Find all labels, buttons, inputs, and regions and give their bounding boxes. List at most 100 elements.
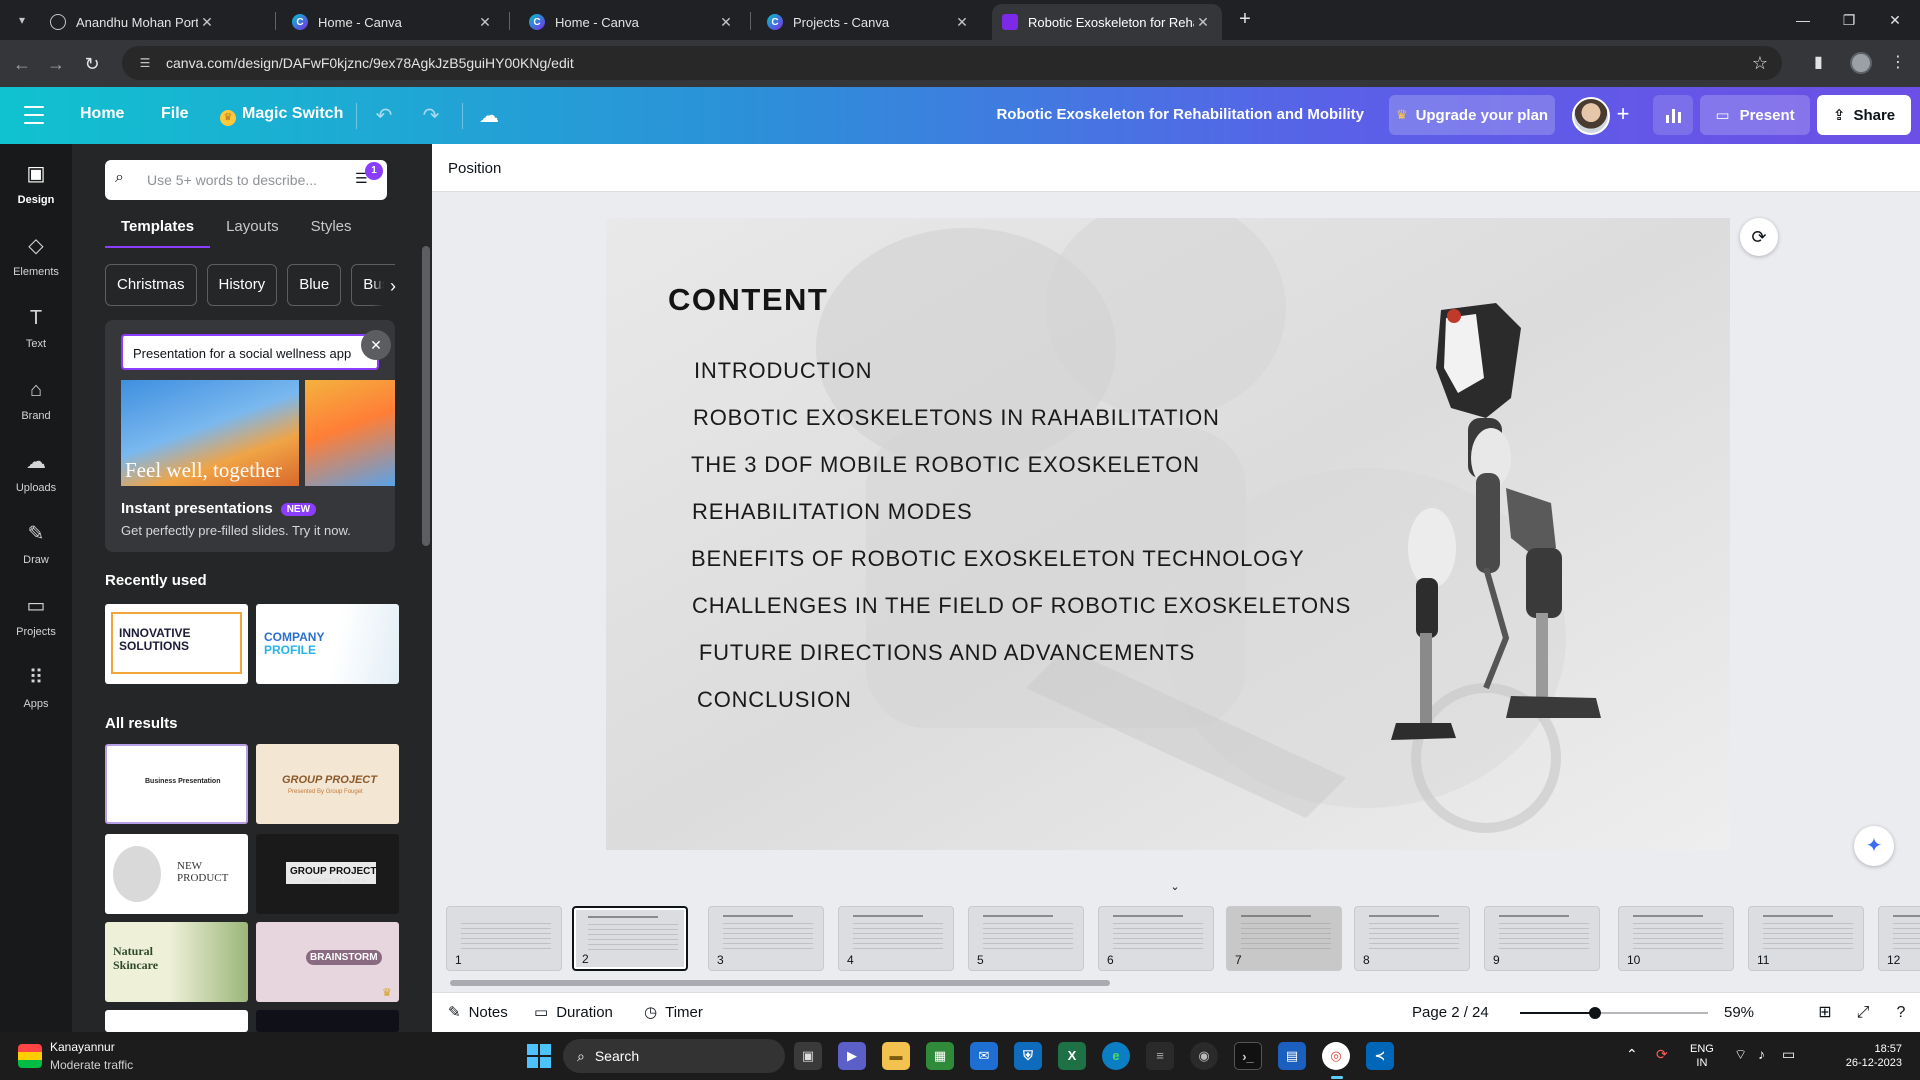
template-thumb[interactable]: GROUP PROJECT Presented By Group A <box>256 834 399 914</box>
toc-item[interactable]: ROBOTIC EXOSKELETONS IN RAHABILITATION <box>693 405 1220 431</box>
toc-item[interactable]: CONCLUSION <box>697 687 852 713</box>
close-icon[interactable]: ✕ <box>1194 14 1212 31</box>
task-view-icon[interactable]: ▣ <box>794 1042 822 1070</box>
close-icon[interactable]: ✕ <box>717 14 735 31</box>
page-thumbnail[interactable]: 6 <box>1098 906 1214 971</box>
home-link[interactable]: Home <box>80 105 124 123</box>
page-thumbnail[interactable]: 1 <box>446 906 562 971</box>
template-thumb[interactable]: NEW PRODUCT <box>105 834 248 914</box>
close-icon[interactable]: ✕ <box>476 14 494 31</box>
document-title[interactable]: Robotic Exoskeleton for Rehabilitation a… <box>940 106 1364 123</box>
restore-icon[interactable]: ❐ <box>1826 6 1872 34</box>
browser-tab-projects-canva[interactable]: C Projects - Canva ✕ <box>757 4 981 40</box>
chip-history[interactable]: History <box>206 264 278 306</box>
magic-switch-button[interactable]: ♛ Magic Switch <box>220 105 343 126</box>
template-thumb[interactable] <box>256 1010 399 1032</box>
template-thumb[interactable]: BRAINSTORM ♛ <box>256 922 399 1002</box>
language-indicator[interactable]: ENG IN <box>1690 1042 1714 1070</box>
upgrade-plan-button[interactable]: ♛ Upgrade your plan <box>1389 95 1555 135</box>
rail-projects[interactable]: ▭ Projects <box>0 586 72 650</box>
share-button[interactable]: ⇪ Share <box>1817 95 1911 135</box>
zoom-percentage[interactable]: 59% <box>1724 1004 1754 1021</box>
timer-button[interactable]: ◷ Timer <box>644 1003 703 1022</box>
page-thumbnail[interactable]: 7 <box>1226 906 1342 971</box>
grid-view-icon[interactable]: ⊞ <box>1814 1002 1836 1024</box>
close-window-icon[interactable]: ✕ <box>1872 6 1918 34</box>
browser-tab-exoskeleton[interactable]: Robotic Exoskeleton for Rehabil ✕ <box>992 4 1222 40</box>
notepad-lines-icon[interactable]: ≡ <box>1146 1042 1174 1070</box>
sync-icon[interactable]: ⟳ <box>1656 1046 1668 1063</box>
rail-design[interactable]: ▣ Design <box>0 154 72 218</box>
toc-item[interactable]: REHABILITATION MODES <box>692 499 972 525</box>
template-thumb[interactable]: INNOVATIVE SOLUTIONS <box>105 604 248 684</box>
file-explorer-icon[interactable]: ▬ <box>882 1042 910 1070</box>
chevron-up-icon[interactable]: ⌃ <box>1626 1046 1638 1063</box>
store-app-icon[interactable]: ▦ <box>926 1042 954 1070</box>
obs-icon[interactable]: ◉ <box>1190 1042 1218 1070</box>
scrollbar-thumb[interactable] <box>422 246 430 546</box>
rail-apps[interactable]: ⠿ Apps <box>0 658 72 722</box>
terminal-icon[interactable]: ›_ <box>1234 1042 1262 1070</box>
side-panel-icon[interactable]: ▮ <box>1814 52 1823 72</box>
rail-text[interactable]: T Text <box>0 298 72 362</box>
browser-tab-portfolio[interactable]: Anandhu Mohan Portfolio ✕ <box>40 4 226 40</box>
chrome-icon[interactable]: ◎ <box>1322 1042 1350 1070</box>
instant-presentations-card[interactable]: Feel well, together Presentation for a s… <box>105 320 395 552</box>
template-thumb[interactable]: GROUP PROJECT Presented By Group Fouget <box>256 744 399 824</box>
new-tab-button[interactable]: + <box>1232 8 1258 32</box>
reload-icon[interactable]: ↻ <box>78 50 106 78</box>
page-thumbnail[interactable]: 12 <box>1878 906 1920 971</box>
rail-elements[interactable]: ◇ Elements <box>0 226 72 290</box>
volume-icon[interactable]: ♪ <box>1758 1046 1765 1062</box>
template-thumb[interactable]: Business Presentation <box>105 744 248 824</box>
promo-prompt-field[interactable]: Presentation for a social wellness app <box>121 334 379 370</box>
chevron-right-icon[interactable]: › <box>372 266 396 306</box>
refresh-icon[interactable]: ⟳ <box>1740 218 1778 256</box>
page-thumbnail[interactable]: 2 <box>572 906 688 971</box>
mail-icon[interactable]: ✉ <box>970 1042 998 1070</box>
excel-icon[interactable]: X <box>1058 1042 1086 1070</box>
notes-button[interactable]: ✎ Notes <box>448 1003 508 1022</box>
profile-avatar[interactable] <box>1850 52 1872 74</box>
chevron-down-icon[interactable]: ⌄ <box>1162 880 1188 894</box>
zoom-slider[interactable] <box>1520 1007 1708 1019</box>
battery-icon[interactable]: ▭ <box>1782 1046 1795 1063</box>
defender-icon[interactable]: ⛨ <box>1014 1042 1042 1070</box>
bookmark-star-icon[interactable]: ☆ <box>1752 53 1768 74</box>
chrome-menu-icon[interactable]: ⋮ <box>1890 52 1906 72</box>
wifi-icon[interactable]: ⌔ <box>1734 1046 1747 1064</box>
cloud-saved-icon[interactable]: ☁ <box>476 103 502 129</box>
traffic-widget-icon[interactable] <box>18 1044 42 1068</box>
help-icon[interactable]: ? <box>1890 1002 1912 1024</box>
notepad-icon[interactable]: ▤ <box>1278 1042 1306 1070</box>
toc-item[interactable]: BENEFITS OF ROBOTIC EXOSKELETON TECHNOLO… <box>691 546 1304 572</box>
fullscreen-icon[interactable]: ⤢ <box>1852 1002 1874 1024</box>
toc-item[interactable]: THE 3 DOF MOBILE ROBOTIC EXOSKELETON <box>691 452 1200 478</box>
magic-sparkle-icon[interactable]: ✦ <box>1854 826 1894 866</box>
forward-icon[interactable]: → <box>42 50 70 78</box>
rail-brand[interactable]: ⌂ Brand <box>0 370 72 434</box>
toc-item[interactable]: INTRODUCTION <box>694 358 872 384</box>
tab-templates[interactable]: Templates <box>105 212 211 248</box>
slide-canvas[interactable]: CONTENT INTRODUCTION ROBOTIC EXOSKELETON… <box>606 218 1730 850</box>
page-thumbnail[interactable]: 8 <box>1354 906 1470 971</box>
windows-start-icon[interactable] <box>527 1044 551 1068</box>
minimize-icon[interactable]: — <box>1780 6 1826 34</box>
hamburger-menu-icon[interactable] <box>24 106 44 124</box>
chip-blue[interactable]: Blue <box>287 264 342 306</box>
address-bar[interactable]: ☰ canva.com/design/DAFwF0kjznc/9ex78AgkJ… <box>122 46 1782 80</box>
template-thumb[interactable]: COMPANY PROFILE <box>256 604 399 684</box>
page-thumbnail[interactable]: 4 <box>838 906 954 971</box>
taskbar-search-box[interactable]: ⌕ Search <box>563 1039 785 1073</box>
toc-item[interactable]: CHALLENGES IN THE FIELD OF ROBOTIC EXOSK… <box>692 593 1351 619</box>
back-icon[interactable]: ← <box>8 50 36 78</box>
template-thumb[interactable]: Natural Skincare <box>105 922 248 1002</box>
rail-uploads[interactable]: ☁ Uploads <box>0 442 72 506</box>
browser-tab-home-canva-2[interactable]: C Home - Canva ✕ <box>519 4 745 40</box>
close-icon[interactable]: ✕ <box>361 330 391 360</box>
panel-scrollbar[interactable] <box>418 144 432 1032</box>
tab-search-icon[interactable]: ▾ <box>10 8 34 32</box>
chip-christmas[interactable]: Christmas <box>105 264 197 306</box>
page-thumbnail[interactable]: 5 <box>968 906 1084 971</box>
vscode-icon[interactable]: ≺ <box>1366 1042 1394 1070</box>
